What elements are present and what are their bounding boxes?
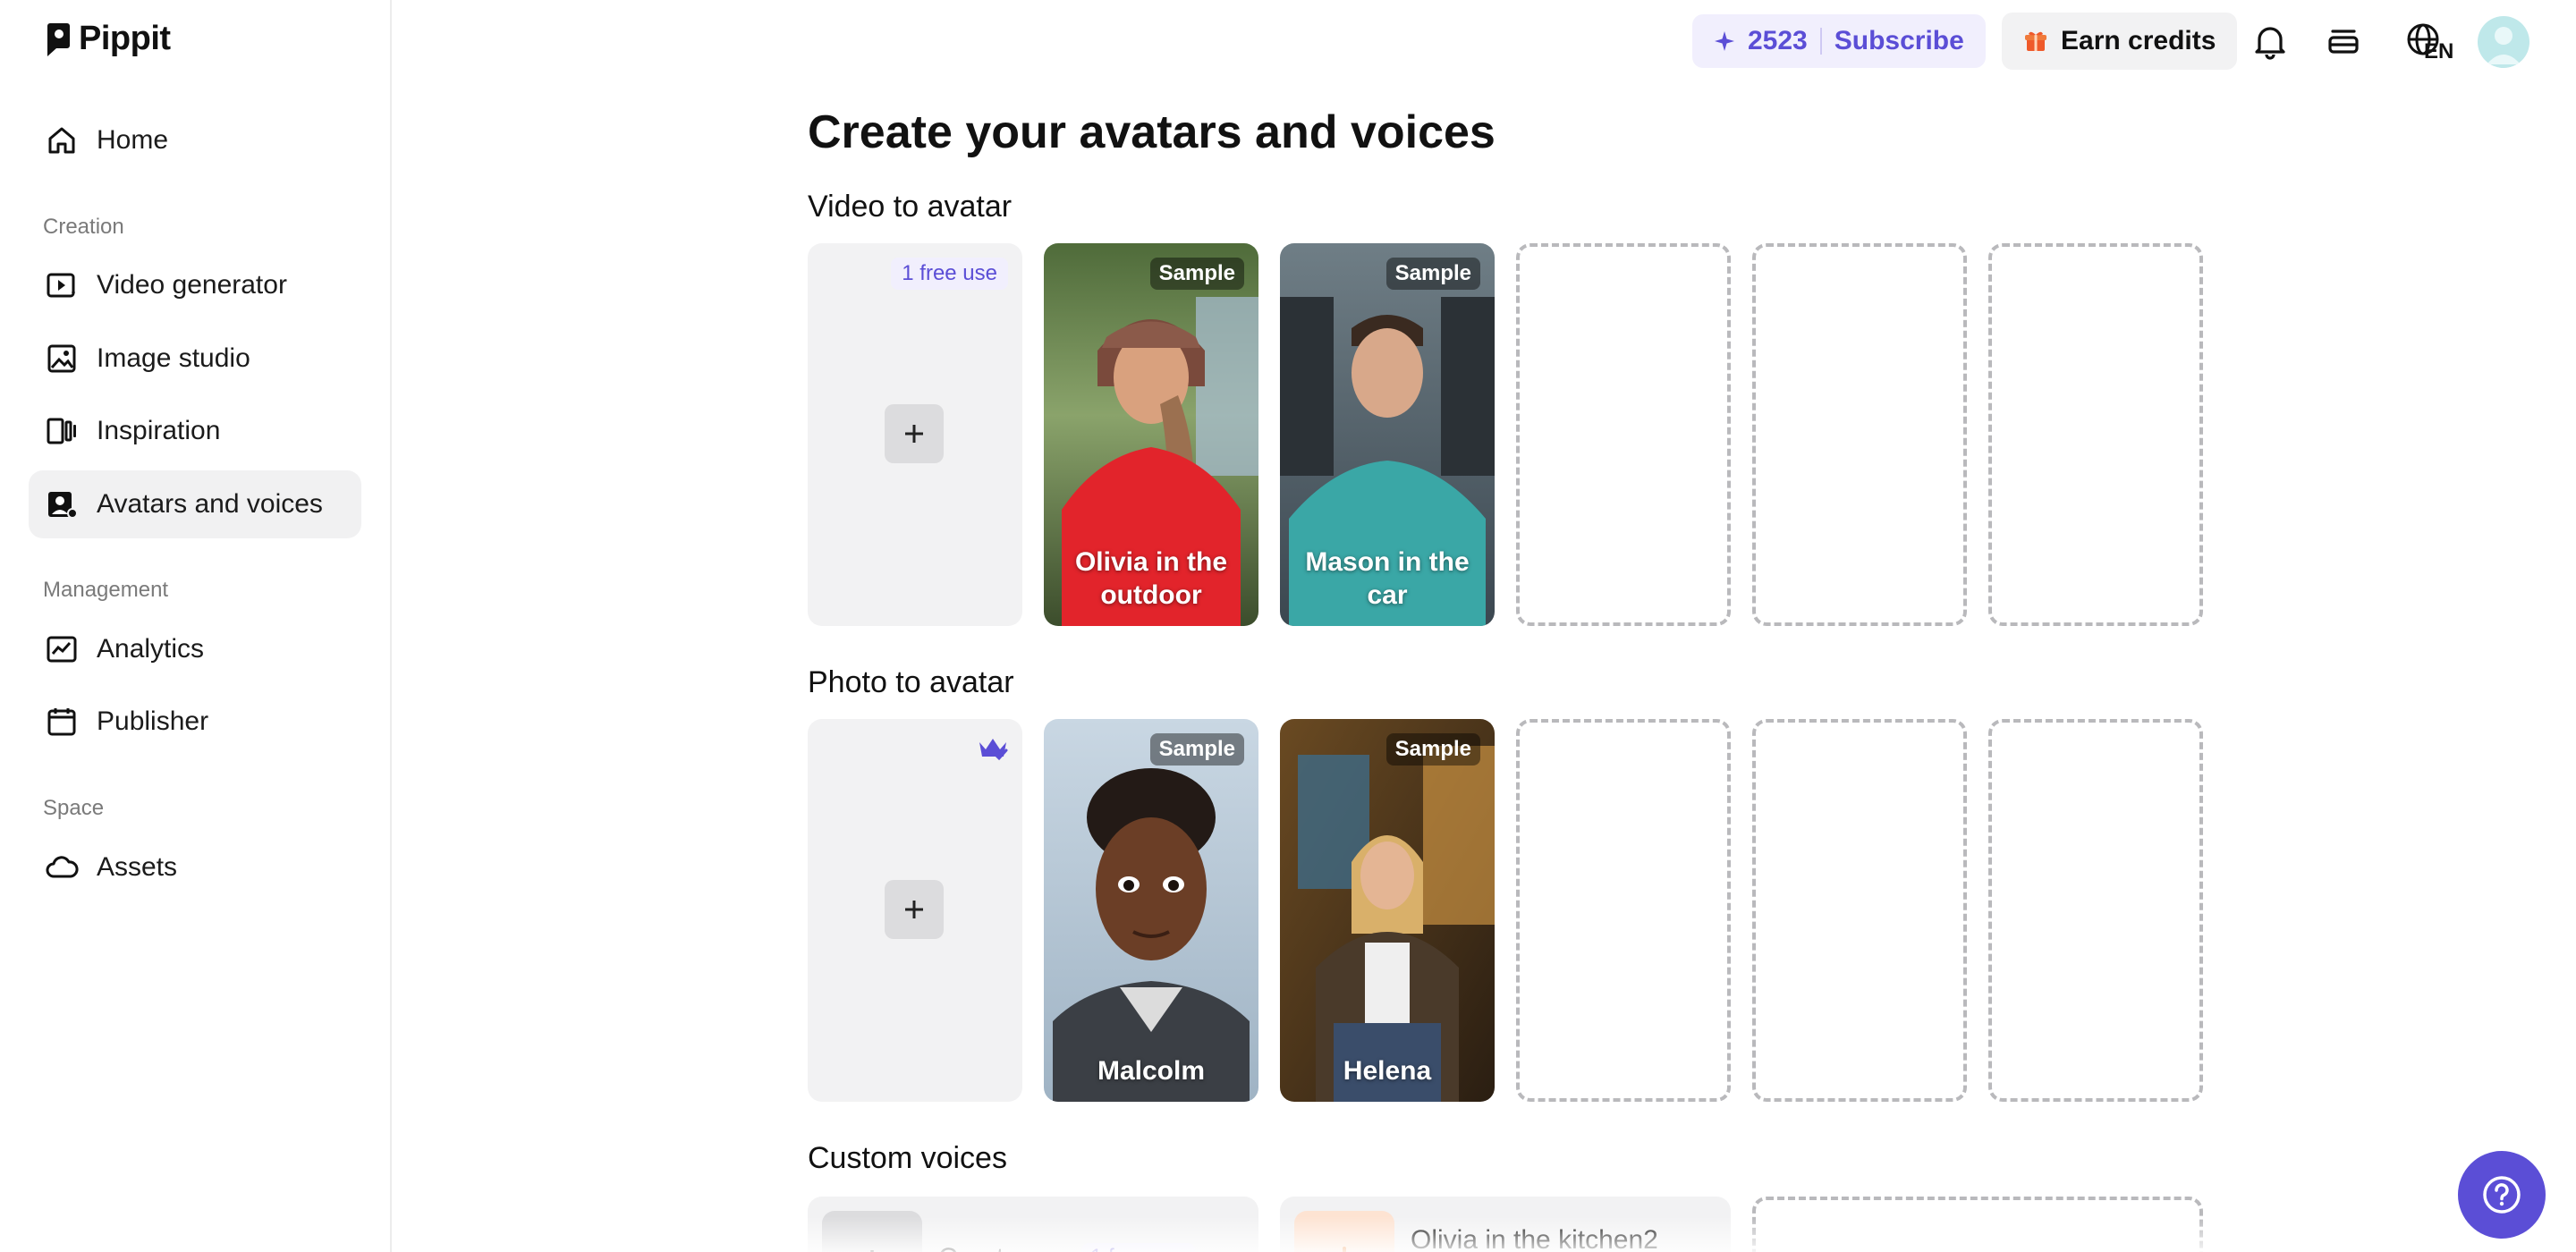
avatar-name: Mason in the car (1305, 547, 1470, 610)
analytics-icon (47, 636, 77, 663)
pippit-logo[interactable]: Pippit (45, 20, 171, 58)
sidebar-item-image-studio[interactable]: Image studio (29, 325, 361, 393)
voice-thumbnail (1294, 1211, 1394, 1252)
sidebar-item-analytics[interactable]: Analytics (29, 615, 361, 683)
sample-avatar-card-olivia[interactable]: Sample Olivia in the outdoor (1044, 243, 1258, 626)
premium-crown-icon (978, 735, 1008, 766)
avatar-name: Olivia in the outdoor (1074, 547, 1228, 610)
empty-avatar-slot (1752, 719, 1967, 1102)
sidebar-item-label: Image studio (97, 343, 250, 373)
sample-badge: Sample (1149, 733, 1244, 766)
inspiration-icon (47, 418, 76, 444)
cloud-icon (46, 856, 79, 878)
free-use-badge: 1 free use (891, 258, 1008, 290)
section-title-photo-to-avatar: Photo to avatar (808, 665, 1014, 699)
credits-count: 2523 (1748, 26, 1808, 55)
question-icon (2483, 1176, 2521, 1214)
section-title-custom-voices: Custom voices (808, 1141, 1007, 1175)
sidebar-item-label: Analytics (97, 634, 205, 664)
sidebar: Pippit Home Creation Video generator Ima… (0, 0, 392, 1252)
create-voice-card[interactable]: Create new 1 free use (808, 1197, 1258, 1252)
create-new-label: Create new (938, 1243, 1075, 1252)
section-title-video-to-avatar: Video to avatar (808, 190, 1013, 224)
add-button[interactable] (885, 880, 944, 939)
sidebar-item-avatars-and-voices[interactable]: Avatars and voices (29, 470, 361, 538)
sample-avatar-card-helena[interactable]: Sample Helena (1280, 719, 1495, 1102)
language-button[interactable]: EN (2397, 20, 2453, 63)
add-video-avatar-card[interactable]: 1 free use (808, 243, 1022, 626)
avatar-icon (48, 492, 78, 519)
user-avatar[interactable] (2478, 16, 2529, 68)
sparkle-icon (1715, 31, 1734, 51)
empty-voice-slot (1752, 1197, 2203, 1252)
earn-credits-button[interactable]: Earn credits (2002, 13, 2238, 70)
section-label-management: Management (43, 578, 169, 602)
sound-wave-icon (1337, 1247, 1346, 1252)
sidebar-item-publisher[interactable]: Publisher (29, 688, 361, 756)
add-button[interactable] (885, 404, 944, 463)
sidebar-item-assets[interactable]: Assets (29, 833, 361, 901)
divider (1819, 28, 1822, 55)
sidebar-item-label: Inspiration (97, 416, 221, 445)
free-use-badge: 1 free use (1081, 1243, 1195, 1252)
page-title: Create your avatars and voices (808, 106, 1496, 158)
avatar-name: Malcolm (1097, 1056, 1206, 1086)
sidebar-item-label: Video generator (97, 270, 287, 300)
sidebar-item-label: Home (97, 125, 169, 155)
add-photo-avatar-card[interactable] (808, 719, 1022, 1102)
section-label-space: Space (43, 796, 105, 820)
sidebar-item-label: Avatars and voices (97, 489, 323, 519)
earn-credits-label: Earn credits (2061, 26, 2216, 55)
subscribe-link[interactable]: Subscribe (1835, 26, 1964, 56)
stack-icon (2328, 30, 2359, 54)
sample-badge: Sample (1385, 258, 1480, 290)
user-avatar-icon (2487, 27, 2521, 64)
empty-avatar-slot (1516, 719, 1731, 1102)
plus-icon (870, 1250, 874, 1252)
sample-badge: Sample (1149, 258, 1244, 290)
sample-avatar-card-malcolm[interactable]: Sample Malcolm (1044, 719, 1258, 1102)
helena-portrait-image (1280, 719, 1495, 1102)
notifications-button[interactable] (2249, 20, 2292, 63)
sample-avatar-card-mason[interactable]: Sample Mason in the car (1280, 243, 1495, 626)
sidebar-item-video-generator[interactable]: Video generator (29, 251, 361, 319)
empty-avatar-slot (1988, 719, 2203, 1102)
sidebar-item-inspiration[interactable]: Inspiration (29, 397, 361, 465)
avatar-name: Helena (1343, 1056, 1432, 1086)
gift-icon (2025, 31, 2046, 51)
help-button[interactable] (2458, 1151, 2546, 1239)
sidebar-item-label: Assets (97, 852, 178, 882)
plus-icon (905, 901, 923, 918)
add-voice-button[interactable] (822, 1211, 922, 1252)
pippit-logo-icon (45, 21, 72, 58)
language-code: EN (2424, 39, 2454, 63)
sample-badge: Sample (1385, 733, 1480, 766)
voice-name: Olivia in the kitchen2 (1411, 1225, 1658, 1252)
sidebar-item-home[interactable]: Home (29, 106, 361, 174)
empty-avatar-slot (1988, 243, 2203, 626)
plus-icon (905, 425, 923, 443)
voice-item-card[interactable]: Olivia in the kitchen2 (1280, 1197, 1731, 1252)
video-generator-icon (47, 273, 75, 298)
app-name: Pippit (79, 20, 171, 57)
inbox-button[interactable] (2322, 20, 2365, 63)
calendar-icon (47, 708, 76, 736)
sidebar-item-label: Publisher (97, 706, 209, 736)
malcolm-portrait-image (1044, 719, 1258, 1102)
section-label-creation: Creation (43, 215, 124, 239)
credits-subscribe-pill[interactable]: 2523 Subscribe (1692, 14, 1986, 68)
bell-icon (2255, 27, 2285, 60)
empty-avatar-slot (1516, 243, 1731, 626)
image-studio-icon (47, 344, 76, 373)
empty-avatar-slot (1752, 243, 1967, 626)
home-icon (48, 127, 75, 154)
